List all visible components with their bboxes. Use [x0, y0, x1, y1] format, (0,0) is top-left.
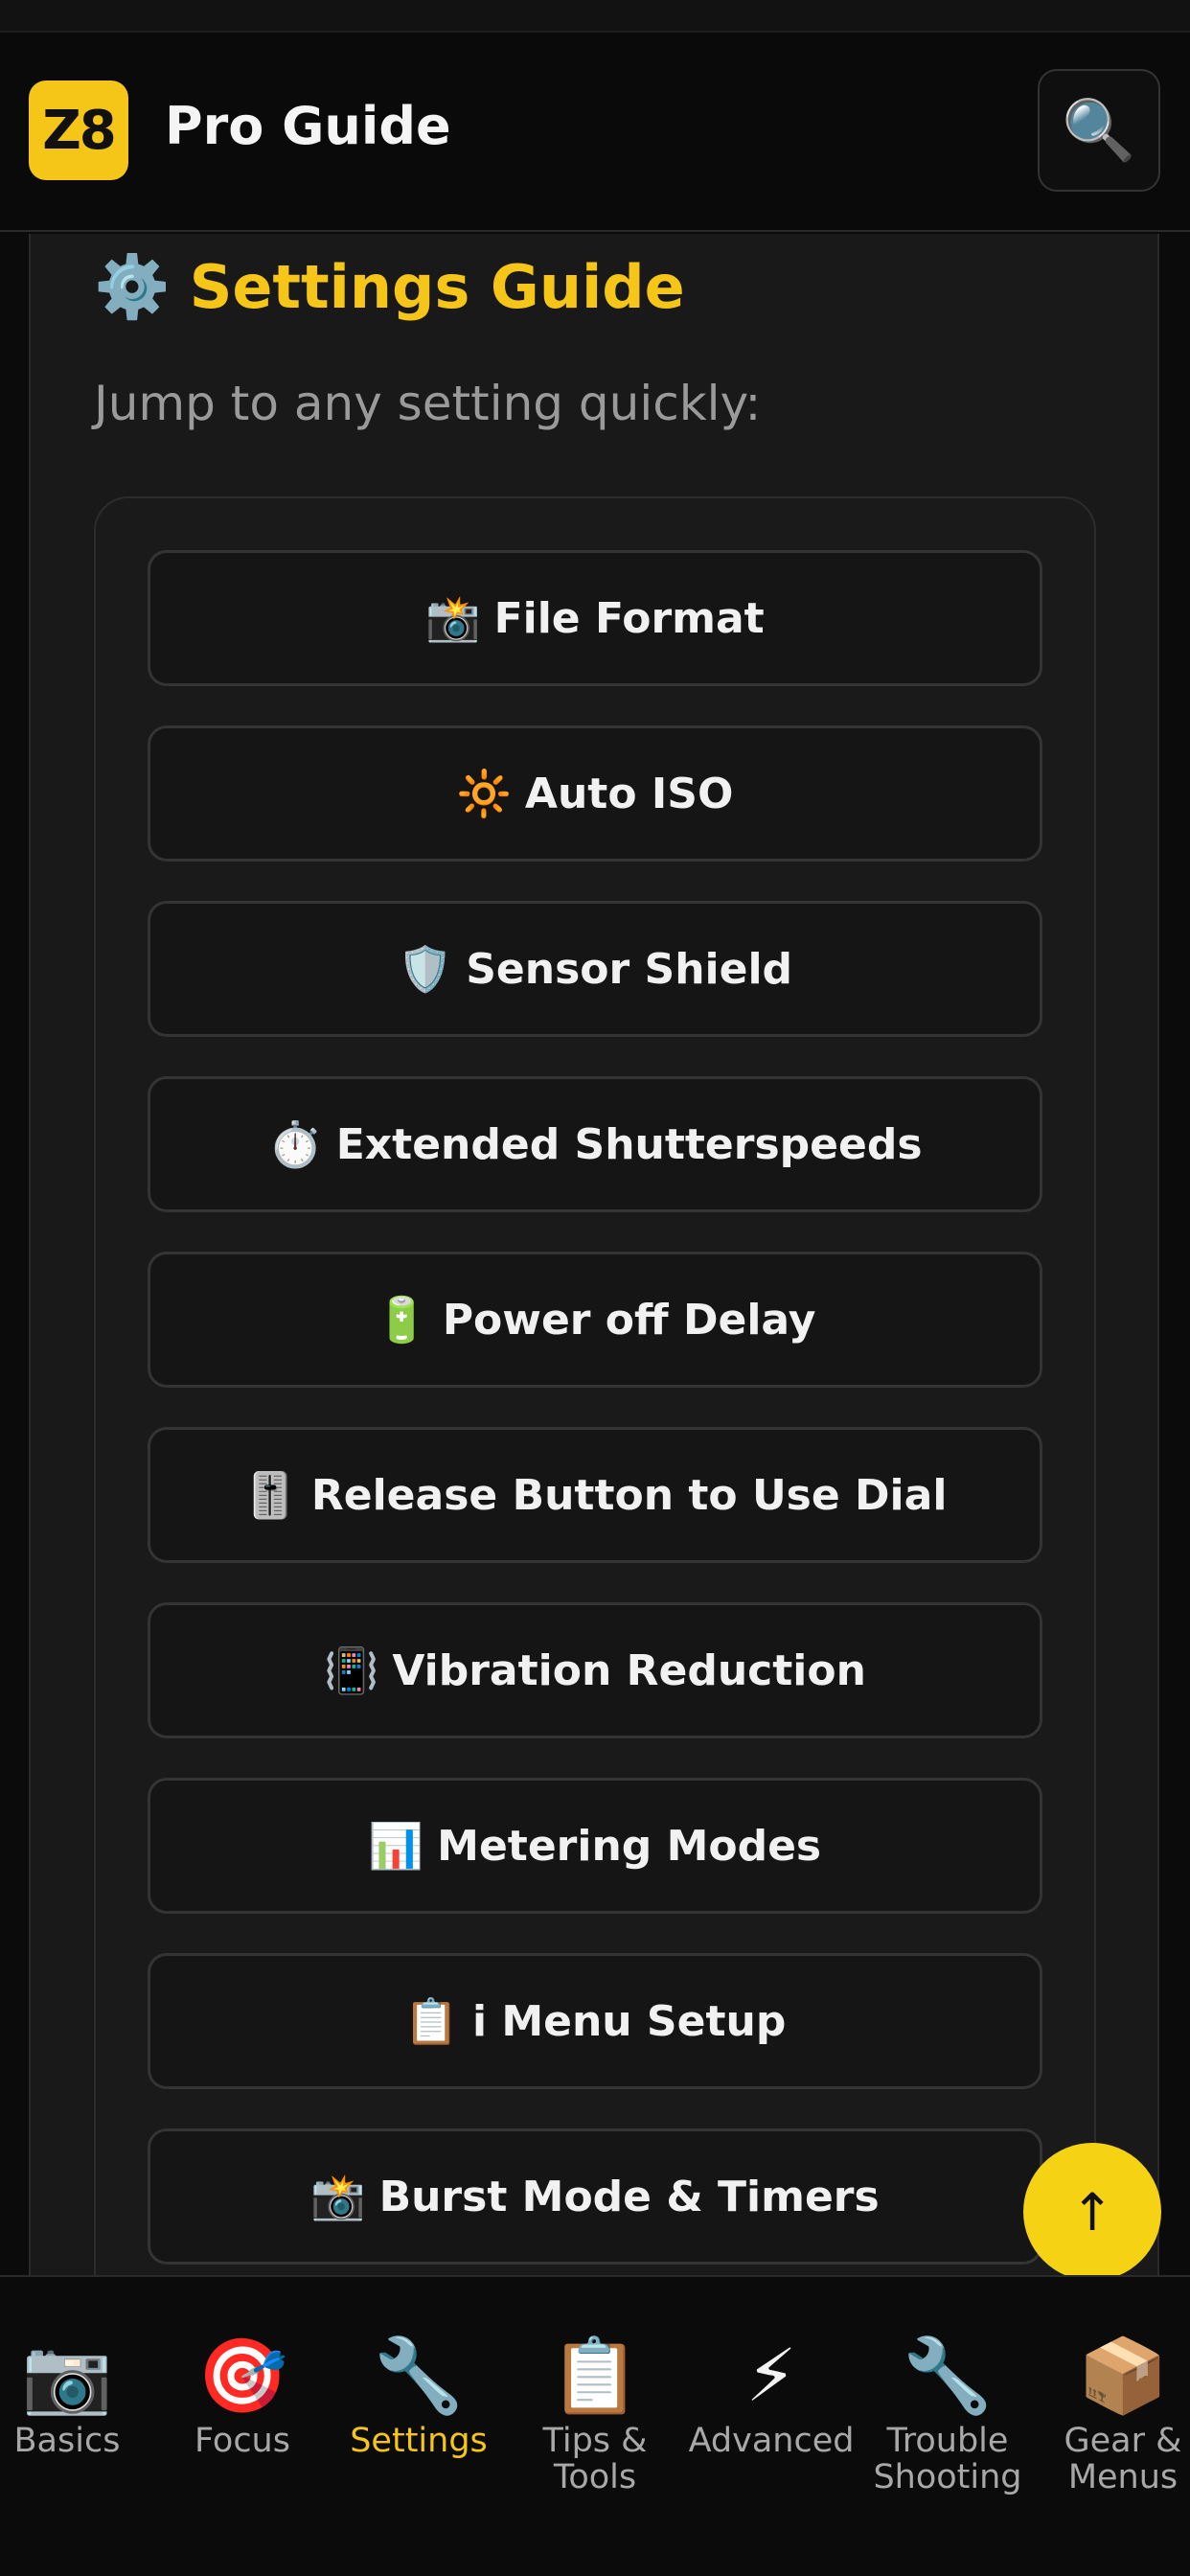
camera-flash-icon: 📸 — [310, 2170, 366, 2222]
arrow-up-icon: ↑ — [1070, 2181, 1114, 2242]
section-title-text: Settings Guide — [189, 252, 685, 322]
jump-button-metering-modes[interactable]: 📊 Metering Modes — [148, 1778, 1042, 1914]
search-icon: 🔍 — [1062, 95, 1136, 165]
shield-icon: 🛡️ — [397, 942, 453, 995]
clipboard-icon: 📋 — [549, 2333, 641, 2418]
bottom-tab-bar: 📷 Basics 🎯 Focus 🔧 Settings 📋 Tips & Too… — [0, 2275, 1190, 2576]
wrench-icon: 🔧 — [902, 2333, 994, 2418]
jump-button-label: Power off Delay — [442, 1295, 816, 1345]
tab-basics[interactable]: 📷 Basics — [0, 2333, 144, 2459]
scroll-to-top-button[interactable]: ↑ — [1023, 2143, 1161, 2281]
jump-button-release-button-dial[interactable]: 🎚️ Release Button to Use Dial — [148, 1427, 1042, 1563]
brightness-icon: 🔆 — [456, 767, 512, 819]
slider-icon: 🎚️ — [242, 1468, 298, 1521]
package-icon: 📦 — [1077, 2333, 1169, 2418]
section-title: ⚙️ Settings Guide — [94, 251, 685, 323]
tab-gear-menus[interactable]: 📦 Gear & Menus — [1046, 2333, 1190, 2496]
tab-label: Tips & Tools — [542, 2422, 648, 2496]
camera-flash-icon: 📸 — [425, 591, 481, 644]
jump-button-extended-shutterspeeds[interactable]: ⏱️ Extended Shutterspeeds — [148, 1076, 1042, 1212]
app-header: Z8 Pro Guide 🔍 — [0, 33, 1190, 232]
jump-button-i-menu-setup[interactable]: 📋 i Menu Setup — [148, 1953, 1042, 2089]
status-strip — [0, 0, 1190, 33]
jump-button-label: Vibration Reduction — [392, 1645, 866, 1695]
jump-button-burst-mode-timers[interactable]: 📸 Burst Mode & Timers — [148, 2128, 1042, 2265]
jump-button-label: Release Button to Use Dial — [310, 1470, 948, 1520]
battery-icon: 🔋 — [374, 1293, 429, 1346]
jump-button-label: Extended Shutterspeeds — [335, 1119, 923, 1169]
tab-focus[interactable]: 🎯 Focus — [166, 2333, 319, 2459]
jump-button-label: Metering Modes — [437, 1821, 822, 1871]
jump-button-label: File Format — [493, 593, 765, 643]
gear-icon: ⚙️ — [94, 252, 171, 323]
jump-button-label: Auto ISO — [524, 769, 734, 818]
tab-trouble-shooting[interactable]: 🔧 Trouble Shooting — [871, 2333, 1024, 2496]
stopwatch-icon: ⏱️ — [267, 1117, 323, 1170]
tab-label: Basics — [13, 2422, 121, 2460]
jump-button-power-off-delay[interactable]: 🔋 Power off Delay — [148, 1252, 1042, 1388]
jump-button-label: Sensor Shield — [466, 944, 793, 994]
lightning-icon: ⚡ — [745, 2333, 797, 2418]
jump-button-label: Burst Mode & Timers — [378, 2172, 880, 2221]
search-button[interactable]: 🔍 — [1038, 69, 1160, 192]
tab-advanced[interactable]: ⚡ Advanced — [689, 2333, 855, 2459]
section-subtitle: Jump to any setting quickly: — [94, 376, 762, 431]
app-title: Pro Guide — [165, 96, 451, 156]
jump-button-file-format[interactable]: 📸 File Format — [148, 550, 1042, 686]
tab-tips-tools[interactable]: 📋 Tips & Tools — [518, 2333, 672, 2496]
jump-button-label: i Menu Setup — [471, 1996, 787, 2046]
tab-label: Advanced — [688, 2422, 855, 2460]
jump-button-sensor-shield[interactable]: 🛡️ Sensor Shield — [148, 901, 1042, 1037]
app-logo[interactable]: Z8 — [29, 80, 128, 180]
tab-label: Trouble Shooting — [873, 2422, 1022, 2496]
target-icon: 🎯 — [196, 2333, 288, 2418]
tab-label: Gear & Menus — [1064, 2422, 1182, 2496]
camera-icon: 📷 — [21, 2333, 113, 2418]
vibration-icon: 📳 — [324, 1644, 379, 1696]
clipboard-icon: 📋 — [403, 1994, 459, 2047]
wrench-icon: 🔧 — [373, 2333, 465, 2418]
tab-label: Settings — [350, 2422, 488, 2460]
bar-chart-icon: 📊 — [368, 1819, 424, 1872]
tab-label: Focus — [195, 2422, 290, 2460]
jump-button-auto-iso[interactable]: 🔆 Auto ISO — [148, 725, 1042, 862]
jump-button-vibration-reduction[interactable]: 📳 Vibration Reduction — [148, 1602, 1042, 1738]
tab-settings[interactable]: 🔧 Settings — [342, 2333, 495, 2459]
